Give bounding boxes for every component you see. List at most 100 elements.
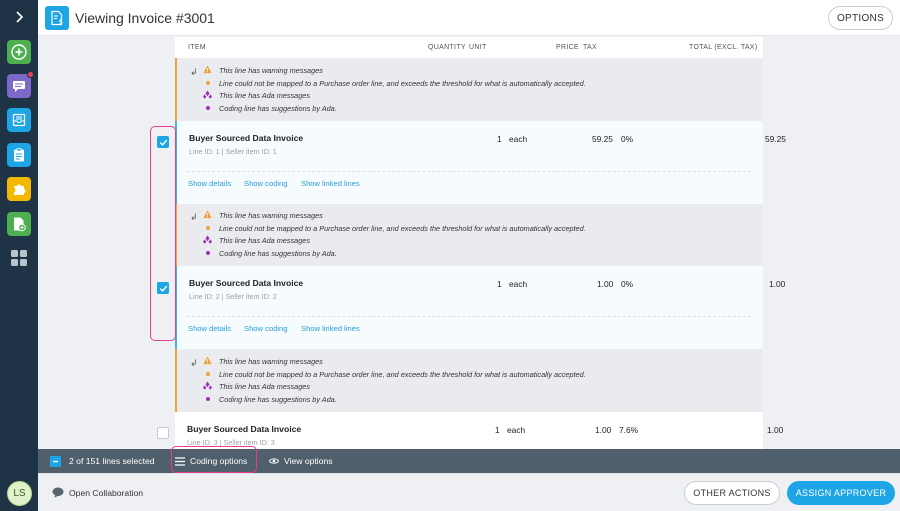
item-meta: Line ID: 1 | Seller item ID: 1: [189, 147, 277, 156]
show-details-link[interactable]: Show details: [188, 179, 231, 188]
view-options-button[interactable]: View options: [269, 449, 333, 473]
item-tax: 7.6%: [619, 425, 639, 435]
show-coding-link[interactable]: Show coding: [244, 324, 287, 333]
invoice-lines-area: ITEM QUANTITY UNIT PRICE TAX TOTAL (EXCL…: [38, 37, 900, 449]
options-button[interactable]: OPTIONS: [828, 6, 893, 30]
clipboard-icon[interactable]: [7, 143, 31, 167]
add-icon[interactable]: [7, 40, 31, 64]
open-collaboration-link[interactable]: Open Collaboration: [52, 487, 143, 498]
notification-badge: [27, 71, 34, 78]
item-total: 59.25: [765, 134, 786, 144]
line-checkbox[interactable]: [157, 427, 169, 439]
minus-checkbox-icon: [50, 455, 61, 467]
left-rail: LS: [0, 0, 38, 511]
puzzle-icon[interactable]: [7, 177, 31, 201]
item-name: Buyer Sourced Data Invoice: [187, 424, 302, 434]
item-unit: each: [507, 425, 526, 435]
line-messages: ↲ This line has warning messages Line co…: [175, 58, 763, 121]
inbox-icon[interactable]: [7, 108, 31, 132]
ada-header: This line has Ada messages: [219, 236, 310, 245]
item-total: 1.00: [767, 425, 784, 435]
warning-header: This line has warning messages: [219, 357, 323, 366]
deselect-all-toggle[interactable]: 2 of 151 lines selected: [50, 449, 155, 473]
chat-bubble-icon: [52, 487, 64, 498]
selection-highlight: [150, 126, 176, 341]
item-name: Buyer Sourced Data Invoice: [189, 278, 304, 288]
table-row[interactable]: Buyer Sourced Data Invoice Line ID: 1 | …: [175, 121, 786, 204]
item-price: 1.00: [597, 279, 614, 289]
column-header-unit: UNIT: [469, 44, 487, 51]
expand-chevron-icon[interactable]: [11, 9, 27, 25]
item-total: 1.00: [769, 279, 786, 289]
messages-icon[interactable]: [7, 71, 34, 98]
assign-approver-button[interactable]: ASSIGN APPROVER: [787, 481, 895, 505]
selected-count: 2 of 151 lines selected: [69, 456, 155, 466]
item-price: 1.00: [595, 425, 612, 435]
item-price: 59.25: [592, 134, 613, 144]
line-messages: ↲ This line has warning messages Line co…: [175, 204, 763, 266]
coding-options-highlight: [171, 446, 257, 473]
apps-grid-icon[interactable]: [7, 246, 31, 270]
show-linked-lines-link[interactable]: Show linked lines: [301, 179, 360, 188]
row-divider: [187, 171, 751, 172]
svg-text:$: $: [59, 18, 63, 26]
warning-header: This line has warning messages: [219, 66, 323, 75]
item-quantity: 1: [495, 425, 500, 435]
warning-detail: Line could not be mapped to a Purchase o…: [219, 224, 586, 233]
item-quantity: 1: [497, 134, 502, 144]
ada-bullet: [206, 251, 210, 255]
page-title: Viewing Invoice #3001: [75, 10, 215, 26]
ada-header: This line has Ada messages: [219, 91, 310, 100]
ada-detail: Coding line has suggestions by Ada.: [219, 249, 337, 258]
collapse-return-icon[interactable]: ↲: [190, 67, 198, 78]
item-unit: each: [509, 279, 528, 289]
table-row[interactable]: Buyer Sourced Data Invoice Line ID: 2 | …: [175, 266, 785, 349]
column-header-total: TOTAL (EXCL. TAX): [689, 44, 758, 51]
other-actions-button[interactable]: OTHER ACTIONS: [684, 481, 780, 505]
selection-bar: 2 of 151 lines selected Coding options V…: [38, 446, 900, 473]
warning-detail: Line could not be mapped to a Purchase o…: [219, 79, 586, 88]
user-avatar[interactable]: LS: [7, 481, 32, 506]
view-options-label: View options: [284, 456, 333, 466]
ada-bullet: [206, 397, 210, 401]
item-quantity: 1: [497, 279, 502, 289]
item-tax: 0%: [621, 134, 634, 144]
row-divider: [187, 316, 751, 317]
column-header-item: ITEM: [188, 44, 206, 51]
page-header: $ Viewing Invoice #3001 OPTIONS: [38, 0, 900, 36]
warning-icon: [203, 65, 212, 74]
ada-icon: [203, 90, 212, 99]
footer-bar: Open Collaboration OTHER ACTIONS ASSIGN …: [38, 473, 900, 511]
warning-icon: [203, 356, 212, 365]
item-meta: Line ID: 2 | Seller item ID: 2: [189, 292, 277, 301]
item-name: Buyer Sourced Data Invoice: [189, 133, 304, 143]
item-tax: 0%: [621, 279, 634, 289]
show-coding-link[interactable]: Show coding: [244, 179, 287, 188]
warning-bullet: [206, 372, 210, 376]
warning-icon: [203, 210, 212, 219]
open-collaboration-label: Open Collaboration: [69, 487, 144, 498]
ada-detail: Coding line has suggestions by Ada.: [219, 395, 337, 404]
column-header-quantity: QUANTITY: [428, 44, 466, 51]
warning-bullet: [206, 226, 210, 230]
warning-detail: Line could not be mapped to a Purchase o…: [219, 370, 586, 379]
warning-header: This line has warning messages: [219, 211, 323, 220]
item-unit: each: [509, 134, 528, 144]
ada-icon: [203, 381, 212, 390]
invoice-document-icon: $: [45, 6, 69, 30]
column-header-tax: TAX: [583, 44, 597, 51]
ada-icon: [203, 235, 212, 244]
show-details-link[interactable]: Show details: [188, 324, 231, 333]
ada-detail: Coding line has suggestions by Ada.: [219, 104, 337, 113]
eye-icon: [269, 458, 279, 464]
line-messages: ↲ This line has warning messages Line co…: [175, 349, 763, 412]
collapse-return-icon[interactable]: ↲: [190, 212, 198, 223]
table-row[interactable]: Buyer Sourced Data Invoice Line ID: 3 | …: [175, 412, 783, 449]
show-linked-lines-link[interactable]: Show linked lines: [301, 324, 360, 333]
collapse-return-icon[interactable]: ↲: [190, 358, 198, 369]
warning-bullet: [206, 81, 210, 85]
add-document-icon[interactable]: [7, 212, 31, 236]
ada-header: This line has Ada messages: [219, 382, 310, 391]
ada-bullet: [206, 106, 210, 110]
column-header-price: PRICE: [556, 44, 579, 51]
